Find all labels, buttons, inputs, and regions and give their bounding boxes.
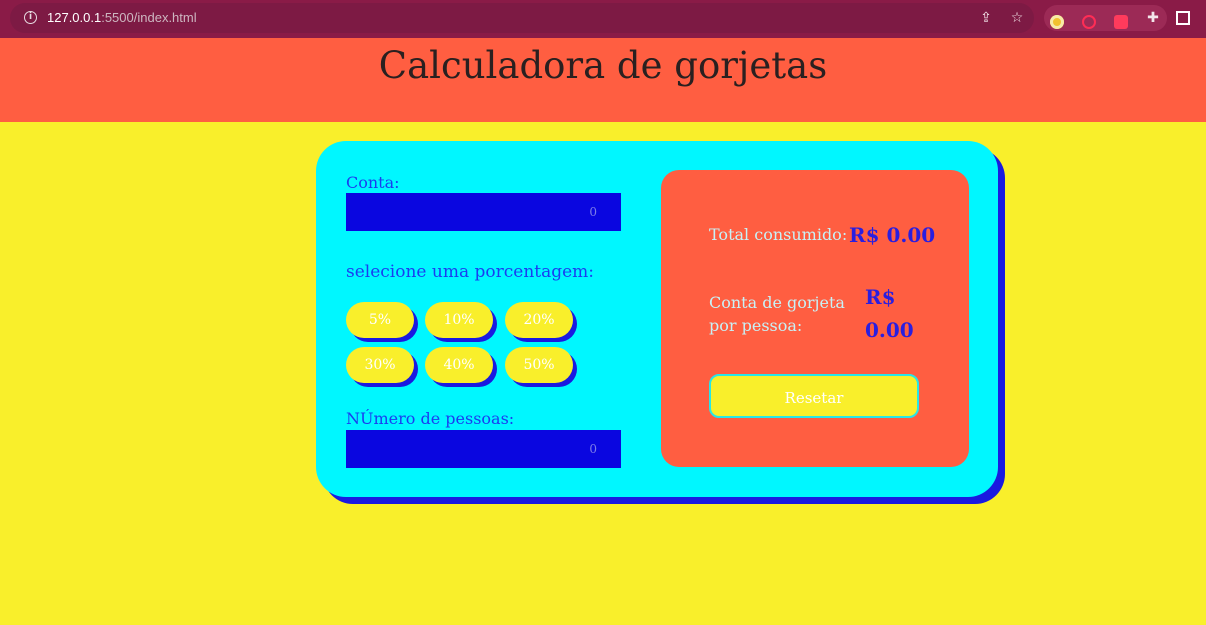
tip-button-40[interactable]: 40% [425, 347, 493, 383]
extension-icon[interactable] [1114, 15, 1128, 29]
people-label: NÚmero de pessoas: [346, 409, 515, 428]
per-person-currency: R$ [865, 285, 896, 309]
puzzle-icon[interactable]: ✚ [1144, 9, 1162, 27]
tip-button-50[interactable]: 50% [505, 347, 573, 383]
star-icon[interactable]: ☆ [1008, 9, 1026, 27]
extension-icon[interactable] [1082, 15, 1096, 29]
browser-toolbar: i 127.0.0.1:5500/index.html ⇪ ☆ ✚ [0, 0, 1206, 38]
tip-label: selecione uma porcentagem: [346, 262, 595, 282]
bill-label: Conta: [346, 173, 400, 192]
extension-icon[interactable] [1050, 15, 1064, 29]
url-text[interactable]: 127.0.0.1:5500/index.html [47, 10, 197, 25]
calculator-card: Conta: 0 selecione uma porcentagem: 5% 1… [316, 141, 998, 497]
page-title: Calculadora de gorjetas [378, 44, 828, 87]
per-person-value: 0.00 [865, 318, 914, 342]
total-value: R$ 0.00 [849, 223, 936, 247]
total-label: Total consumido: [709, 225, 848, 244]
tip-button-5[interactable]: 5% [346, 302, 414, 338]
bill-input[interactable]: 0 [346, 193, 621, 231]
page-header: Calculadora de gorjetas [0, 38, 1206, 122]
people-input[interactable]: 0 [346, 430, 621, 468]
sidebar-icon[interactable] [1176, 11, 1190, 25]
tip-button-30[interactable]: 30% [346, 347, 414, 383]
info-icon[interactable]: i [24, 11, 37, 24]
per-person-label: Conta de gorjeta por pessoa: [709, 293, 845, 335]
extensions-group: ✚ [1044, 5, 1167, 31]
share-icon[interactable]: ⇪ [977, 9, 995, 27]
reset-button[interactable]: Resetar [709, 374, 919, 418]
tip-button-10[interactable]: 10% [425, 302, 493, 338]
address-bar[interactable]: i 127.0.0.1:5500/index.html [10, 3, 1034, 33]
tip-button-20[interactable]: 20% [505, 302, 573, 338]
result-panel: Total consumido: R$ 0.00 Conta de gorjet… [661, 170, 969, 467]
